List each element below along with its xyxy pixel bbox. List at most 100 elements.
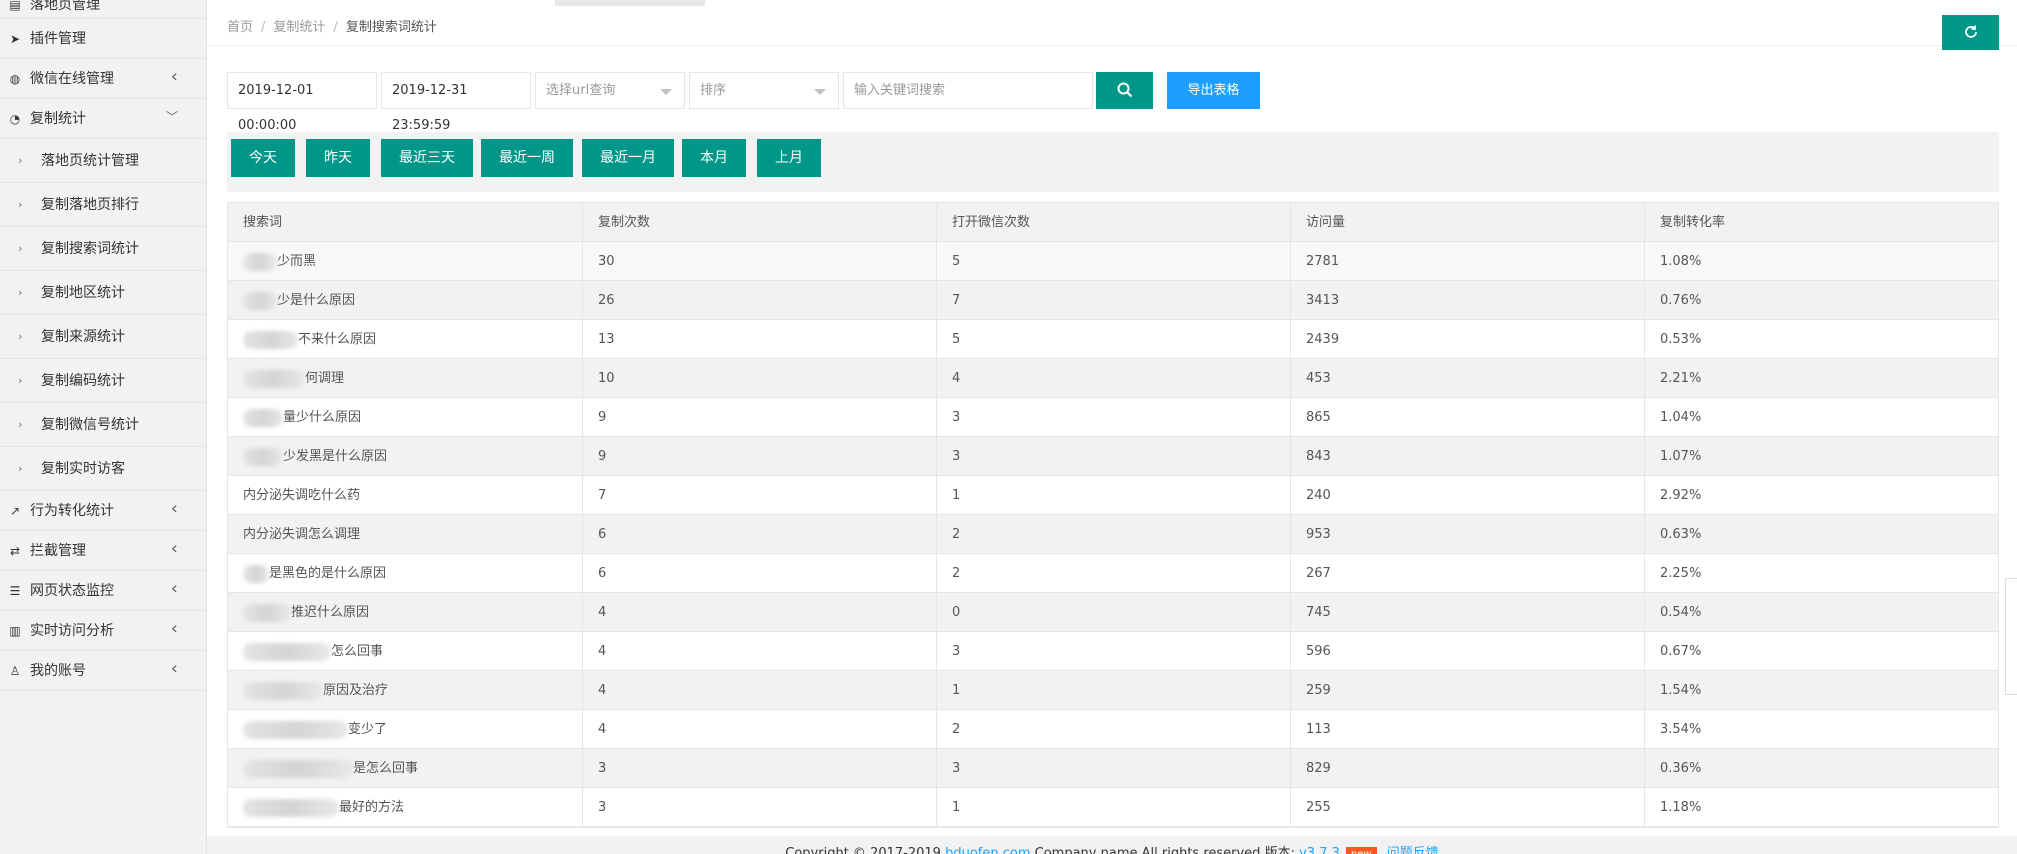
quick-range-button[interactable]: 今天 — [231, 139, 295, 177]
cell-text: 0.54% — [1660, 605, 1702, 620]
cell-text: 2439 — [1306, 332, 1340, 347]
table-cell: 是怎么回事 — [228, 749, 583, 788]
table-row: 少而黑 30 5 2781 1.08% — [228, 242, 1998, 281]
cell-text: 9 — [598, 410, 607, 425]
cell-text: 1.04% — [1660, 410, 1702, 425]
cell-text: 26 — [598, 293, 615, 308]
breadcrumb: 首页 / 复制统计 / 复制搜索词统计 — [227, 20, 437, 35]
redacted-blur — [243, 681, 323, 700]
cell-text: 量少什么原因 — [283, 410, 362, 425]
cell-text: 453 — [1306, 371, 1331, 386]
chevron-left-icon: ‹ — [170, 578, 178, 599]
url-select[interactable]: 选择url查询 — [535, 72, 685, 109]
table-cell: 0.67% — [1645, 632, 2000, 671]
sort-select-placeholder: 排序 — [700, 83, 727, 98]
cell-text: 最好的方法 — [339, 800, 405, 815]
sidebar-subitem[interactable]: › 复制搜索词统计 — [0, 227, 206, 271]
cell-text: 4 — [598, 644, 607, 659]
export-button[interactable]: 导出表格 — [1167, 72, 1260, 109]
table-cell: 推迟什么原因 — [228, 593, 583, 632]
cell-text: 2781 — [1306, 254, 1340, 269]
footer-site-link[interactable]: bduofen.com — [945, 846, 1030, 854]
sidebar-item[interactable]: ▥ 实时访问分析 ‹ — [0, 611, 206, 651]
sidebar-item[interactable]: ➤ 插件管理 — [0, 19, 206, 59]
cell-text: 596 — [1306, 644, 1331, 659]
sidebar-item[interactable]: ⇄ 拦截管理 ‹ — [0, 531, 206, 571]
table-row: 最好的方法 3 1 255 1.18% — [228, 788, 1998, 827]
quick-range-button[interactable]: 上月 — [757, 139, 821, 177]
sidebar-subitem[interactable]: › 复制落地页排行 — [0, 183, 206, 227]
sidebar-item[interactable]: ◍ 微信在线管理 ‹ — [0, 59, 206, 99]
quick-range-button[interactable]: 本月 — [682, 139, 746, 177]
side-feedback-tab[interactable] — [2005, 578, 2017, 695]
cell-text: 1.18% — [1660, 800, 1702, 815]
sidebar-subitem[interactable]: › 复制来源统计 — [0, 315, 206, 359]
table-cell: 内分泌失调怎么调理 — [228, 515, 583, 554]
breadcrumb-home[interactable]: 首页 — [227, 20, 253, 35]
sidebar-item[interactable]: ☰ 网页状态监控 ‹ — [0, 571, 206, 611]
sort-select[interactable]: 排序 — [689, 72, 839, 109]
column-header[interactable]: 搜索词 — [228, 203, 583, 242]
table-row: 内分泌失调吃什么药 7 1 240 2.92% — [228, 476, 1998, 515]
table-cell: 255 — [1291, 788, 1645, 827]
start-date-input[interactable]: 2019-12-01 00:00:00 — [227, 72, 377, 133]
quick-range-button[interactable]: 最近一月 — [582, 139, 674, 177]
column-header[interactable]: 复制转化率 — [1645, 203, 2000, 242]
cell-text: 113 — [1306, 722, 1331, 737]
sidebar-item[interactable]: ♙ 我的账号 ‹ — [0, 651, 206, 691]
sidebar-subitem[interactable]: › 复制实时访客 — [0, 447, 206, 491]
table-cell: 1.18% — [1645, 788, 2000, 827]
table-cell: 5 — [937, 320, 1291, 359]
file-icon: ▤ — [9, 0, 21, 12]
chevron-left-icon: ‹ — [170, 66, 178, 87]
table-cell: 3 — [583, 749, 937, 788]
quick-range-button[interactable]: 最近一周 — [481, 139, 573, 177]
sidebar-item[interactable]: ◔ 复制统计 ﹀ — [0, 99, 206, 139]
cell-text: 内分泌失调怎么调理 — [243, 527, 361, 542]
cell-text: 1 — [952, 683, 961, 698]
table-row: 内分泌失调怎么调理 6 2 953 0.63% — [228, 515, 1998, 554]
keyword-search-input[interactable]: 输入关键词搜索 — [843, 72, 1093, 109]
cell-text: 1 — [952, 800, 961, 815]
table-cell: 6 — [583, 515, 937, 554]
quick-range-button[interactable]: 最近三天 — [381, 139, 473, 177]
table-row: 是怎么回事 3 3 829 0.36% — [228, 749, 1998, 788]
sidebar-subitem[interactable]: › 复制微信号统计 — [0, 403, 206, 447]
cell-text: 240 — [1306, 488, 1331, 503]
cell-text: 0.67% — [1660, 644, 1702, 659]
table-cell: 少是什么原因 — [228, 281, 583, 320]
sidebar-subitem[interactable]: › 落地页统计管理 — [0, 139, 206, 183]
table-cell: 4 — [583, 671, 937, 710]
url-select-placeholder: 选择url查询 — [546, 83, 616, 98]
sidebar-subitem[interactable]: › 复制编码统计 — [0, 359, 206, 403]
redacted-blur — [243, 408, 283, 427]
column-header[interactable]: 访问量 — [1291, 203, 1645, 242]
redacted-blur — [243, 642, 331, 661]
cell-text: 何调理 — [305, 371, 345, 386]
table-row: 怎么回事 4 3 596 0.67% — [228, 632, 1998, 671]
refresh-button[interactable] — [1942, 15, 1999, 50]
cell-text: 865 — [1306, 410, 1331, 425]
table-cell: 原因及治疗 — [228, 671, 583, 710]
feedback-link[interactable]: 问题反馈 — [1387, 846, 1439, 854]
bar-chart-icon: ▥ — [9, 624, 21, 638]
table-cell: 何调理 — [228, 359, 583, 398]
column-header[interactable]: 复制次数 — [583, 203, 937, 242]
search-button[interactable] — [1096, 72, 1153, 109]
breadcrumb-parent[interactable]: 复制统计 — [273, 20, 325, 35]
table-cell: 是黑色的是什么原因 — [228, 554, 583, 593]
cell-text: 953 — [1306, 527, 1331, 542]
chevron-left-icon: ‹ — [170, 658, 178, 679]
cell-text: 3 — [952, 761, 961, 776]
column-header[interactable]: 打开微信次数 — [937, 203, 1291, 242]
end-date-input[interactable]: 2019-12-31 23:59:59 — [381, 72, 531, 133]
table-cell: 怎么回事 — [228, 632, 583, 671]
footer-version[interactable]: v3.7.3 — [1299, 846, 1340, 854]
quick-range-button[interactable]: 昨天 — [306, 139, 370, 177]
sidebar-item[interactable]: ↗ 行为转化统计 ‹ — [0, 491, 206, 531]
sidebar-subitem[interactable]: › 复制地区统计 — [0, 271, 206, 315]
chevron-right-icon: › — [18, 330, 23, 343]
cell-text: 3 — [598, 761, 607, 776]
table-row: 是黑色的是什么原因 6 2 267 2.25% — [228, 554, 1998, 593]
sidebar-item[interactable]: ▤落地页管理⌂ — [0, 0, 206, 19]
